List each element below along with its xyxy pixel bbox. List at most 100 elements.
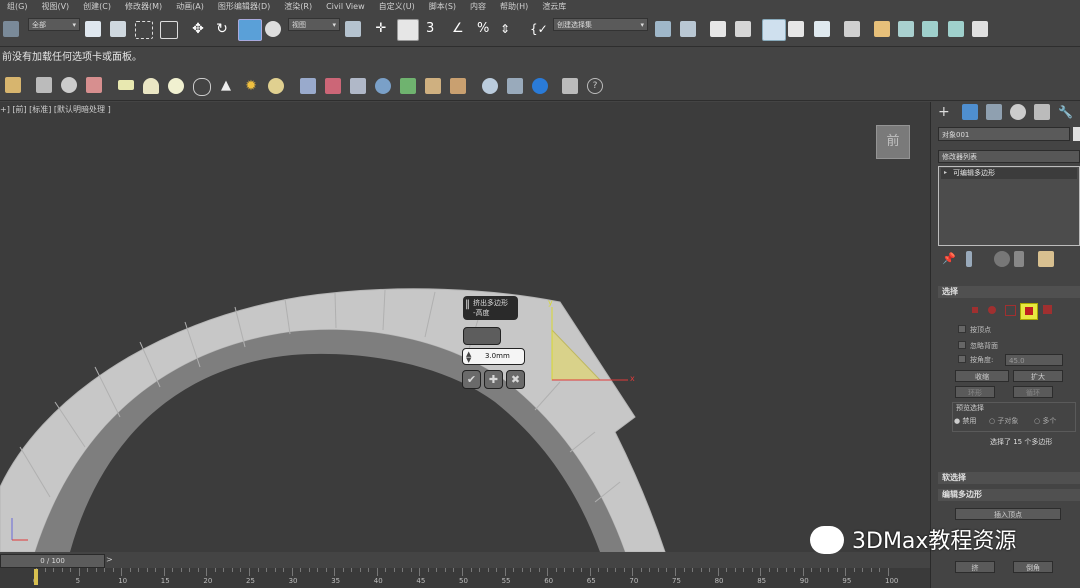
- mesh-light-icon[interactable]: [193, 78, 211, 96]
- expand-arrow-icon[interactable]: ▸: [944, 169, 947, 176]
- modify-tab-icon[interactable]: [962, 104, 978, 120]
- schematic-view-icon[interactable]: [814, 21, 830, 37]
- insert-vertex-button[interactable]: 插入顶点: [955, 508, 1061, 520]
- preview-multi-radio[interactable]: ○ 多个: [1034, 416, 1056, 426]
- element-level-icon[interactable]: [1043, 305, 1052, 314]
- percent-snap-icon[interactable]: %: [477, 21, 493, 37]
- loop-button[interactable]: 循环: [1013, 386, 1053, 398]
- menu-item[interactable]: 脚本(S): [422, 1, 463, 12]
- selection-filter-dropdown[interactable]: 全部: [28, 18, 80, 32]
- rollout-selection[interactable]: 选择: [938, 286, 1080, 298]
- configure-sets-icon[interactable]: [1038, 251, 1054, 267]
- menu-item[interactable]: 渲染(R): [277, 1, 319, 12]
- camera-icon[interactable]: [36, 77, 52, 93]
- ribbon-toggle-icon[interactable]: [762, 19, 786, 41]
- spinner-snap-icon[interactable]: ⇕: [500, 21, 516, 37]
- caddy-cancel-button[interactable]: ✖: [506, 370, 525, 389]
- layer-explorer-icon[interactable]: [710, 21, 726, 37]
- snap-toggle-icon[interactable]: 3: [426, 21, 442, 37]
- remove-modifier-icon[interactable]: [1014, 251, 1024, 267]
- menu-item[interactable]: 修改器(M): [118, 1, 169, 12]
- ies-light-icon[interactable]: [268, 78, 284, 94]
- link-icon[interactable]: [3, 21, 19, 37]
- rollout-edit-polygons[interactable]: 编辑多边形: [938, 489, 1080, 501]
- menu-item[interactable]: Civil View: [319, 2, 372, 11]
- align-icon[interactable]: [680, 21, 696, 37]
- edge-level-icon[interactable]: [988, 306, 996, 314]
- caddy-apply-button[interactable]: ✚: [484, 370, 503, 389]
- menu-item[interactable]: 组(G): [0, 1, 34, 12]
- edit-named-sets-icon[interactable]: {✓: [530, 21, 548, 37]
- preview-disabled-radio[interactable]: ● 禁用: [954, 416, 976, 426]
- menu-item[interactable]: 视图(V): [34, 1, 76, 12]
- effects-icon[interactable]: [86, 77, 102, 93]
- rect-selection-icon[interactable]: [135, 21, 153, 39]
- caddy-extrude-type-button[interactable]: [463, 327, 501, 345]
- ignore-backface-checkbox[interactable]: 忽略背面: [958, 341, 998, 351]
- select-object-icon[interactable]: [85, 21, 101, 37]
- viewcube[interactable]: 前: [876, 125, 910, 159]
- ring-button[interactable]: 环形: [955, 386, 995, 398]
- move-icon[interactable]: ✥: [190, 21, 206, 37]
- settings-icon[interactable]: [562, 78, 578, 94]
- display-tab-icon[interactable]: [1034, 104, 1050, 120]
- vertex-level-icon[interactable]: [972, 307, 978, 313]
- make-unique-icon[interactable]: [994, 251, 1010, 267]
- spot-light-icon[interactable]: ▲: [218, 78, 234, 94]
- mirror-icon[interactable]: [655, 21, 671, 37]
- scatter-icon[interactable]: [425, 78, 441, 94]
- by-vertex-checkbox[interactable]: 按顶点: [958, 325, 991, 335]
- viewport-label[interactable]: +] [前] [标准] [默认明暗处理 ]: [0, 104, 111, 115]
- sphere-light-icon[interactable]: [168, 78, 184, 94]
- plane-icon[interactable]: [118, 80, 134, 90]
- menu-item[interactable]: 帮助(H): [493, 1, 535, 12]
- polygon-level-button[interactable]: [1020, 303, 1038, 320]
- sphere-object-icon[interactable]: [375, 78, 391, 94]
- rollout-soft-selection[interactable]: 软选择: [938, 472, 1080, 484]
- grow-button[interactable]: 扩大: [1013, 370, 1063, 382]
- dome-light-icon[interactable]: [143, 78, 159, 94]
- window-crossing-icon[interactable]: [160, 21, 178, 39]
- help-icon[interactable]: ?: [587, 78, 603, 94]
- select-manipulate-icon[interactable]: ✛: [373, 21, 389, 37]
- time-cursor[interactable]: [34, 569, 38, 585]
- angle-snap-icon[interactable]: ∠: [452, 21, 468, 37]
- material-editor-icon[interactable]: [844, 21, 860, 37]
- by-angle-checkbox[interactable]: 按角度:: [958, 355, 993, 365]
- pin-stack-icon[interactable]: 📌: [942, 251, 958, 267]
- fur-icon[interactable]: [325, 78, 341, 94]
- render-region-icon[interactable]: [532, 78, 548, 94]
- menu-item[interactable]: 图形编辑器(D): [211, 1, 277, 12]
- rotate-icon[interactable]: ↻: [214, 21, 230, 37]
- render-cloud-icon[interactable]: [972, 21, 988, 37]
- stack-item-editable-poly[interactable]: 可编辑多边形: [941, 168, 1077, 179]
- object-color-swatch[interactable]: [1073, 127, 1080, 141]
- keyboard-shortcut-icon[interactable]: [397, 19, 419, 41]
- next-frame-icon[interactable]: >: [106, 555, 113, 564]
- show-end-result-icon[interactable]: [966, 251, 972, 267]
- curve-editor-icon[interactable]: [788, 21, 804, 37]
- vfb-icon[interactable]: [507, 78, 523, 94]
- render-setup-icon[interactable]: [874, 21, 890, 37]
- menu-item[interactable]: 内容: [463, 1, 493, 12]
- light-icon[interactable]: [5, 77, 21, 93]
- menu-item[interactable]: 渲云库: [535, 1, 573, 12]
- plane-object-icon[interactable]: [350, 78, 366, 94]
- render-iterative-icon[interactable]: [948, 21, 964, 37]
- menu-item[interactable]: 动画(A): [169, 1, 211, 12]
- material-ball-icon[interactable]: [482, 78, 498, 94]
- sun-light-icon[interactable]: ✹: [243, 78, 259, 94]
- scale-icon[interactable]: [238, 19, 262, 41]
- time-slider[interactable]: 0 / 100: [0, 554, 105, 568]
- create-tab-icon[interactable]: +: [938, 104, 954, 120]
- menu-item[interactable]: 自定义(U): [372, 1, 422, 12]
- preview-subobject-radio[interactable]: ○ 子对象: [989, 416, 1018, 426]
- proxy-icon[interactable]: [300, 78, 316, 94]
- caddy-ok-button[interactable]: ✔: [462, 370, 481, 389]
- border-level-icon[interactable]: [1005, 305, 1016, 316]
- hierarchy-tab-icon[interactable]: [986, 104, 1002, 120]
- rendered-frame-icon[interactable]: [898, 21, 914, 37]
- extrude-button[interactable]: 挤: [955, 561, 995, 573]
- named-selection-dropdown[interactable]: 创建选择集: [553, 18, 648, 32]
- helper-icon[interactable]: [61, 77, 77, 93]
